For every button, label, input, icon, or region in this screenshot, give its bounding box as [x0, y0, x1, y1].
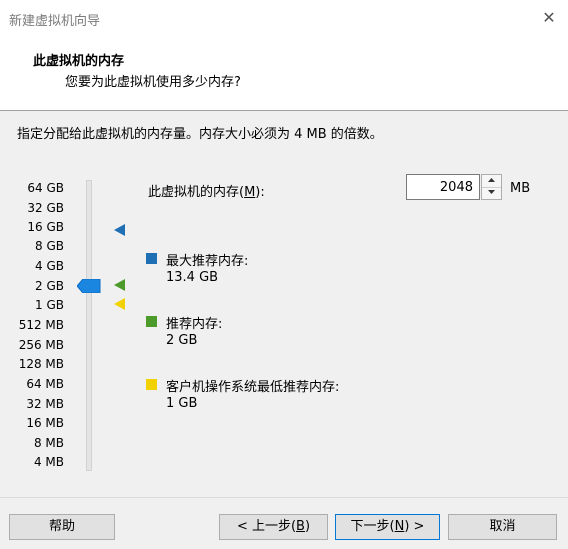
min-recommended-color-icon [146, 379, 157, 390]
max-recommended-color-icon [146, 253, 157, 264]
recommended-label: 推荐内存: [166, 317, 223, 332]
wizard-header: 此虚拟机的内存 您要为此虚拟机使用多少内存? [0, 35, 568, 111]
scale-label: 128 MB [18, 357, 64, 371]
scale-label: 4 GB [35, 259, 64, 273]
page-title: 此虚拟机的内存 [33, 54, 125, 69]
memory-spinner[interactable] [481, 174, 502, 200]
recommended-value: 2 GB [166, 333, 198, 348]
recommended-marker-icon [114, 279, 125, 291]
arrow-down-icon [488, 190, 495, 194]
min-recommended-label: 客户机操作系统最低推荐内存: [166, 380, 340, 395]
arrow-up-icon [488, 178, 495, 182]
scale-label: 16 GB [27, 220, 64, 234]
min-recommended-value: 1 GB [166, 396, 198, 411]
memory-input[interactable] [406, 174, 480, 200]
min-recommended-marker-icon [114, 298, 125, 310]
scale-label: 1 GB [35, 298, 64, 312]
instruction-text: 指定分配给此虚拟机的内存量。内存大小必须为 4 MB 的倍数。 [17, 127, 383, 142]
help-button[interactable]: 帮助 [9, 514, 115, 540]
window-title: 新建虚拟机向导 [9, 14, 101, 29]
footer-divider [0, 497, 568, 498]
max-recommended-marker-icon [114, 224, 125, 236]
scale-label: 8 GB [35, 239, 64, 253]
scale-label: 512 MB [18, 318, 64, 332]
memory-slider-thumb[interactable] [77, 279, 101, 293]
scale-label: 64 GB [27, 181, 64, 195]
spin-down-button[interactable] [482, 187, 501, 199]
max-recommended-value: 13.4 GB [166, 270, 219, 285]
page-subtitle: 您要为此虚拟机使用多少内存? [65, 75, 241, 90]
scale-label: 2 GB [35, 279, 64, 293]
memory-slider-track[interactable] [86, 180, 92, 471]
title-bar: 新建虚拟机向导 ✕ [0, 0, 568, 35]
scale-label: 8 MB [33, 436, 64, 450]
memory-label: 此虚拟机的内存(M): [148, 185, 265, 200]
close-icon[interactable]: ✕ [540, 9, 558, 27]
scale-label: 16 MB [26, 416, 64, 430]
scale-label: 256 MB [18, 338, 64, 352]
next-button[interactable]: 下一步(N) > [335, 514, 440, 540]
scale-label: 4 MB [33, 455, 64, 469]
scale-label: 64 MB [26, 377, 64, 391]
back-button[interactable]: < 上一步(B) [219, 514, 328, 540]
recommended-color-icon [146, 316, 157, 327]
scale-label: 32 GB [27, 201, 64, 215]
max-recommended-label: 最大推荐内存: [166, 254, 249, 269]
scale-label: 32 MB [26, 397, 64, 411]
memory-unit: MB [510, 181, 531, 196]
cancel-button[interactable]: 取消 [448, 514, 557, 540]
